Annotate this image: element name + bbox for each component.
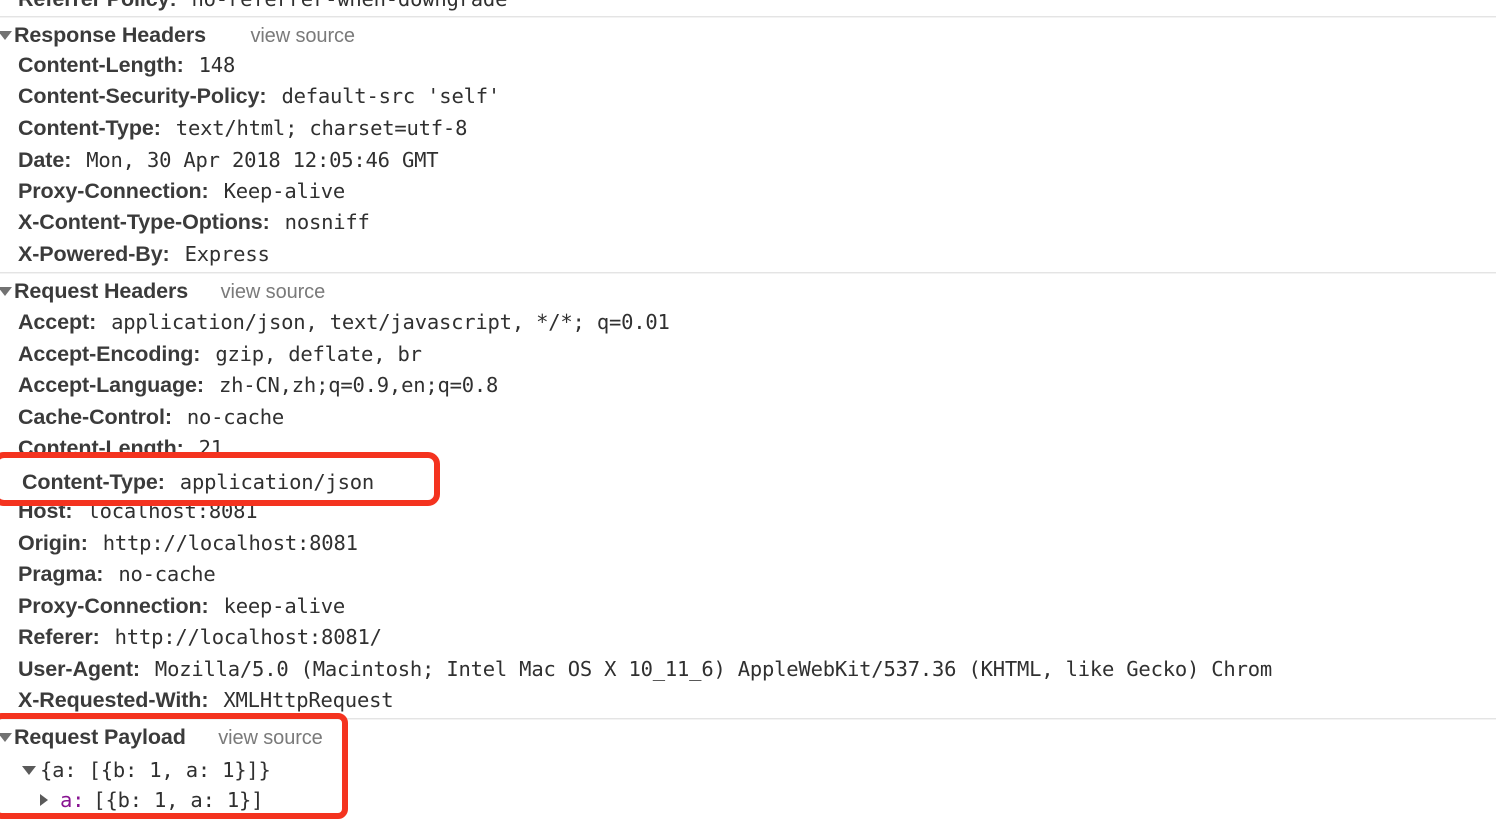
section-title-label: Response Headers xyxy=(14,23,206,47)
table-row: X-Powered-By: Express xyxy=(18,239,270,270)
header-value: Mozilla/5.0 (Macintosh; Intel Mac OS X 1… xyxy=(154,657,1272,681)
table-row: Accept: application/json, text/javascrip… xyxy=(18,307,670,338)
table-row: Cache-Control: no-cache xyxy=(18,402,284,433)
header-name: Content-Type: xyxy=(22,470,165,494)
header-name: User-Agent: xyxy=(18,657,140,681)
header-value: no-cache xyxy=(118,562,216,586)
table-row: Date: Mon, 30 Apr 2018 12:05:46 GMT xyxy=(18,145,439,176)
header-value: XMLHttpRequest xyxy=(223,688,394,712)
header-name: Date: xyxy=(18,148,72,172)
header-value: 148 xyxy=(198,53,236,77)
section-header-request-headers[interactable]: Request Headers view source xyxy=(0,275,325,307)
header-name: Accept-Encoding: xyxy=(18,342,201,366)
table-row: Accept-Encoding: gzip, deflate, br xyxy=(18,339,422,370)
header-value: no-referrer-when-downgrade xyxy=(192,0,508,11)
header-name: X-Requested-With: xyxy=(18,688,209,712)
header-name: Origin: xyxy=(18,531,88,555)
header-name: Proxy-Connection: xyxy=(18,594,209,618)
header-row-referrer-policy: Referrer Policy: no-referrer-when-downgr… xyxy=(18,0,507,15)
section-divider-request-headers xyxy=(0,272,1496,273)
header-name: X-Content-Type-Options: xyxy=(18,210,270,234)
table-row: User-Agent: Mozilla/5.0 (Macintosh; Inte… xyxy=(18,654,1272,685)
header-name: Referrer Policy: xyxy=(18,0,177,11)
table-row: Pragma: no-cache xyxy=(18,559,216,590)
view-source-link[interactable]: view source xyxy=(221,281,326,303)
table-row: X-Content-Type-Options: nosniff xyxy=(18,207,370,238)
header-name: X-Powered-By: xyxy=(18,242,170,266)
header-value: application/json, text/javascript, */*; … xyxy=(111,310,670,334)
annotation-content-type-row: Content-Type: application/json xyxy=(22,467,374,498)
header-value: default-src 'self' xyxy=(281,84,501,108)
header-name: Pragma: xyxy=(18,562,104,586)
devtools-headers-panel: Referrer Policy: no-referrer-when-downgr… xyxy=(0,0,1496,824)
view-source-link[interactable]: view source xyxy=(250,25,355,47)
header-value: text/html; charset=utf-8 xyxy=(175,116,468,140)
table-row: Proxy-Connection: keep-alive xyxy=(18,591,345,622)
header-name: Content-Security-Policy: xyxy=(18,84,267,108)
header-name: Referer: xyxy=(18,625,100,649)
header-value: http://localhost:8081/ xyxy=(114,625,382,649)
table-row: Content-Type: text/html; charset=utf-8 xyxy=(18,113,467,144)
table-row: Proxy-Connection: Keep-alive xyxy=(18,176,345,207)
header-value: nosniff xyxy=(284,210,370,234)
header-name: Accept: xyxy=(18,310,97,334)
table-row: Content-Security-Policy: default-src 'se… xyxy=(18,81,500,112)
header-value: Mon, 30 Apr 2018 12:05:46 GMT xyxy=(86,148,439,172)
annotation-box-request-payload xyxy=(0,713,348,819)
table-row: Referer: http://localhost:8081/ xyxy=(18,622,382,653)
table-row: Origin: http://localhost:8081 xyxy=(18,528,358,559)
header-value: Keep-alive xyxy=(223,179,346,203)
section-header-response-headers[interactable]: Response Headers view source xyxy=(0,19,355,51)
section-divider-top xyxy=(0,16,1496,17)
annotation-box-content-type: Content-Type: application/json xyxy=(0,452,440,506)
table-row: Accept-Language: zh-CN,zh;q=0.9,en;q=0.8 xyxy=(18,370,498,401)
header-value: Express xyxy=(184,242,270,266)
chevron-down-icon[interactable] xyxy=(0,31,12,40)
chevron-down-icon[interactable] xyxy=(0,287,12,296)
header-name: Accept-Language: xyxy=(18,373,204,397)
header-name: Proxy-Connection: xyxy=(18,179,209,203)
table-row: Content-Length: 148 xyxy=(18,50,235,81)
header-value: http://localhost:8081 xyxy=(102,531,358,555)
header-value: zh-CN,zh;q=0.9,en;q=0.8 xyxy=(218,373,499,397)
header-name: Cache-Control: xyxy=(18,405,172,429)
section-title-label: Request Headers xyxy=(14,279,189,303)
header-value: keep-alive xyxy=(223,594,346,618)
header-value: no-cache xyxy=(186,405,285,429)
table-row: X-Requested-With: XMLHttpRequest xyxy=(18,685,394,716)
header-name: Content-Length: xyxy=(18,53,184,77)
header-name: Content-Type: xyxy=(18,116,161,140)
header-value: application/json xyxy=(179,470,375,494)
header-value: gzip, deflate, br xyxy=(215,342,422,366)
